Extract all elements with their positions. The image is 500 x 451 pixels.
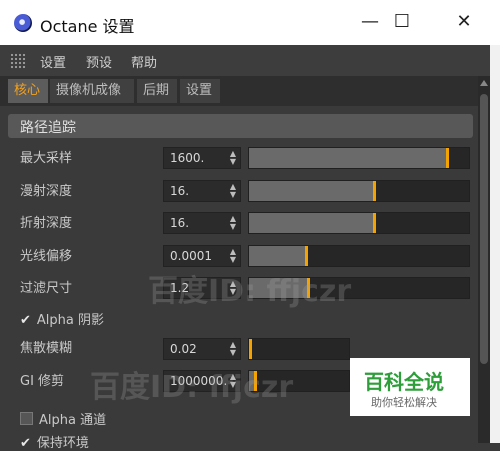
refraction-depth-label: 折射深度 bbox=[20, 216, 73, 231]
slider-handle[interactable] bbox=[373, 181, 376, 201]
scroll-up-arrow-icon[interactable] bbox=[480, 80, 488, 86]
slider-fill bbox=[249, 148, 447, 168]
slider-fill bbox=[249, 246, 306, 266]
caustic-blur-value: 0.02 bbox=[170, 342, 197, 356]
slider-handle[interactable] bbox=[446, 148, 449, 168]
max-samples-input[interactable]: 1600. ▲ ▼ bbox=[163, 147, 241, 169]
cinema4d-app-icon bbox=[14, 14, 32, 32]
menu-bar: 设置 预设 帮助 bbox=[0, 45, 490, 76]
menu-presets[interactable]: 预设 bbox=[86, 52, 112, 71]
max-samples-value: 1600. bbox=[170, 151, 205, 165]
max-samples-slider[interactable] bbox=[248, 147, 470, 169]
slider-handle[interactable] bbox=[305, 246, 308, 266]
spinner-arrows-icon[interactable]: ▲ ▼ bbox=[230, 341, 236, 357]
spinner-arrows-icon[interactable]: ▲ ▼ bbox=[230, 215, 236, 231]
alpha-shadow-label: Alpha 阴影 bbox=[36, 313, 105, 328]
caustic-blur-slider[interactable] bbox=[248, 338, 350, 360]
checkmark-icon: ✔ bbox=[20, 313, 31, 328]
tab-settings[interactable]: 设置 bbox=[180, 79, 220, 103]
refraction-depth-input[interactable]: 16. ▲ ▼ bbox=[163, 212, 241, 234]
logo-title: 百科全说 bbox=[364, 370, 444, 394]
ray-epsilon-value: 0.0001 bbox=[170, 249, 212, 263]
baike-logo: 百科全说 助你轻松解决 bbox=[350, 358, 470, 416]
diffuse-depth-label: 漫射深度 bbox=[20, 184, 73, 199]
diffuse-depth-input[interactable]: 16. ▲ ▼ bbox=[163, 180, 241, 202]
caustic-blur-label: 焦散模糊 bbox=[20, 341, 73, 356]
spinner-arrows-icon[interactable]: ▲ ▼ bbox=[230, 150, 236, 166]
maximize-button[interactable]: ☐ bbox=[384, 8, 420, 36]
window-title: Octane 设置 bbox=[40, 17, 135, 36]
watermark-text: 百度ID: ffjczr bbox=[148, 274, 352, 309]
minimize-button[interactable]: — bbox=[352, 8, 388, 36]
spinner-arrows-icon[interactable]: ▲ ▼ bbox=[230, 248, 236, 264]
keep-environment-label: 保持环境 bbox=[36, 436, 89, 451]
section-title: 路径追踪 bbox=[20, 120, 76, 136]
empty-checkbox-icon bbox=[20, 412, 33, 425]
filter-size-label: 过滤尺寸 bbox=[20, 281, 73, 296]
refraction-depth-slider[interactable] bbox=[248, 212, 470, 234]
diffuse-depth-value: 16. bbox=[170, 184, 190, 198]
max-samples-label: 最大采样 bbox=[20, 151, 73, 166]
alpha-shadow-checkbox[interactable]: ✔ Alpha 阴影 bbox=[20, 309, 104, 328]
slider-fill bbox=[249, 213, 374, 233]
alpha-channel-checkbox[interactable]: Alpha 通道 bbox=[20, 409, 106, 428]
vertical-scrollbar[interactable] bbox=[478, 76, 490, 443]
tab-bar: 核心 摄像机成像 后期 设置 bbox=[0, 76, 478, 106]
keep-environment-checkbox[interactable]: ✔ 保持环境 bbox=[20, 432, 89, 451]
title-bar: Octane 设置 — ☐ ✕ bbox=[0, 0, 500, 45]
ray-epsilon-input[interactable]: 0.0001 ▲ ▼ bbox=[163, 245, 241, 267]
refraction-depth-value: 16. bbox=[170, 216, 190, 230]
menu-settings[interactable]: 设置 bbox=[40, 52, 66, 71]
menu-help[interactable]: 帮助 bbox=[131, 52, 157, 71]
ray-epsilon-label: 光线偏移 bbox=[20, 249, 73, 264]
tab-camera-imager[interactable]: 摄像机成像 bbox=[50, 79, 134, 103]
tab-core[interactable]: 核心 bbox=[8, 79, 48, 103]
grip-icon[interactable] bbox=[10, 53, 26, 69]
logo-subtitle: 助你轻松解决 bbox=[371, 396, 437, 409]
diffuse-depth-slider[interactable] bbox=[248, 180, 470, 202]
watermark-text: 百度ID: ffjczr bbox=[90, 370, 294, 405]
scrollbar-thumb[interactable] bbox=[480, 94, 488, 364]
close-button[interactable]: ✕ bbox=[446, 8, 482, 36]
slider-fill bbox=[249, 181, 374, 201]
caustic-blur-input[interactable]: 0.02 ▲ ▼ bbox=[163, 338, 241, 360]
section-path-tracing[interactable]: 路径追踪 bbox=[8, 114, 473, 138]
ray-epsilon-slider[interactable] bbox=[248, 245, 470, 267]
spinner-arrows-icon[interactable]: ▲ ▼ bbox=[230, 183, 236, 199]
window-edge bbox=[490, 45, 500, 443]
alpha-channel-label: Alpha 通道 bbox=[39, 413, 107, 428]
gi-clamp-label: GI 修剪 bbox=[20, 374, 65, 389]
slider-handle[interactable] bbox=[373, 213, 376, 233]
tab-post[interactable]: 后期 bbox=[137, 79, 177, 103]
checkmark-icon: ✔ bbox=[20, 436, 31, 451]
slider-handle[interactable] bbox=[249, 339, 252, 359]
